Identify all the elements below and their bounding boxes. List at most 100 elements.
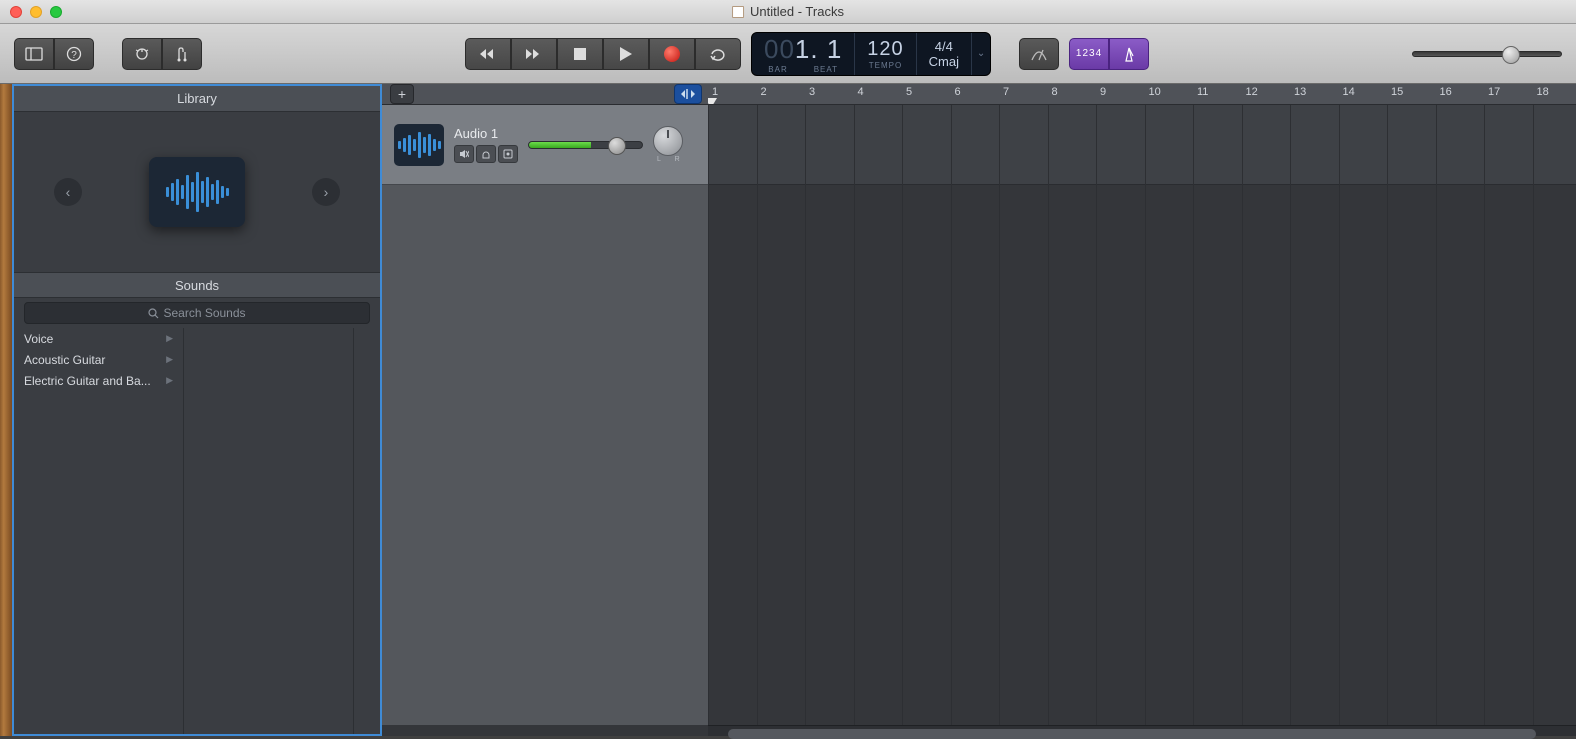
gridline (999, 105, 1000, 725)
ruler-bar-number: 16 (1440, 86, 1452, 98)
arrange-track-lane[interactable] (708, 105, 1576, 185)
add-track-button[interactable]: + (390, 84, 414, 104)
library-prev-button[interactable]: ‹ (54, 178, 82, 206)
gridline (1484, 105, 1485, 725)
search-sounds-input[interactable]: Search Sounds (24, 302, 370, 324)
master-volume-slider[interactable] (1412, 51, 1562, 57)
horizontal-scrollbar-thumb[interactable] (728, 729, 1536, 739)
lcd-key[interactable]: Cmaj (929, 54, 959, 69)
svg-text:?: ? (71, 50, 77, 61)
track-volume-thumb[interactable] (608, 137, 626, 155)
metronome-button[interactable] (1109, 38, 1149, 70)
gridline (902, 105, 903, 725)
document-icon (732, 6, 744, 18)
horizontal-scrollbar[interactable] (708, 725, 1576, 736)
forward-button[interactable] (511, 38, 557, 70)
ruler-bar-number: 6 (955, 86, 961, 98)
waveform-icon (398, 132, 441, 158)
gridline (1242, 105, 1243, 725)
track-name[interactable]: Audio 1 (454, 126, 518, 141)
ruler-bar-number: 11 (1197, 86, 1208, 98)
gridline (1145, 105, 1146, 725)
gridline (1533, 105, 1534, 725)
gridline (1290, 105, 1291, 725)
ruler-bar-number: 12 (1246, 86, 1258, 98)
library-category-item[interactable]: Electric Guitar and Ba...▶ (14, 370, 183, 391)
close-window-button[interactable] (10, 6, 22, 18)
gridline (854, 105, 855, 725)
window-titlebar: Untitled - Tracks (0, 0, 1576, 24)
quick-help-button[interactable]: ? (54, 38, 94, 70)
rewind-button[interactable] (465, 38, 511, 70)
ruler-bar-number: 2 (761, 86, 767, 98)
gridline (951, 105, 952, 725)
search-icon (148, 308, 159, 319)
library-preview: ‹ › (14, 112, 380, 272)
track-header[interactable]: Audio 1 L R (382, 105, 708, 185)
library-category-item[interactable]: Voice▶ (14, 328, 183, 349)
wood-side-panel (0, 84, 12, 736)
cycle-button[interactable] (695, 38, 741, 70)
count-in-button[interactable]: 1234 (1069, 38, 1109, 70)
lcd-bar-dim: 00 (764, 34, 795, 64)
library-toggle-button[interactable] (14, 38, 54, 70)
lcd-tempo-label: TEMPO (869, 61, 902, 70)
ruler-bar-number: 14 (1343, 86, 1355, 98)
lcd-display[interactable]: 001. 1 BAR BEAT 120 TEMPO 4/4 Cmaj ⌄ (751, 32, 991, 76)
ruler-bar-number: 13 (1294, 86, 1306, 98)
tracks-header-bar: + 123456789101112131415161718 (382, 84, 1576, 105)
gridline (805, 105, 806, 725)
editors-button[interactable] (162, 38, 202, 70)
lcd-timesig[interactable]: 4/4 (935, 39, 953, 54)
ruler-bar-number: 3 (809, 86, 815, 98)
gridline (1387, 105, 1388, 725)
master-volume-thumb[interactable] (1502, 46, 1520, 64)
lcd-tempo-value[interactable]: 120 (867, 38, 903, 61)
smart-controls-button[interactable] (122, 38, 162, 70)
solo-button[interactable] (476, 145, 496, 163)
search-placeholder: Search Sounds (163, 306, 245, 320)
tracks-area: + 123456789101112131415161718 (382, 84, 1576, 736)
library-patch-thumbnail[interactable] (149, 157, 245, 227)
gridline (1048, 105, 1049, 725)
record-icon (664, 46, 680, 62)
ruler-bar-number: 1 (712, 86, 718, 98)
track-headers-column: Audio 1 L R (382, 105, 708, 725)
lcd-beat-label: BEAT (814, 65, 838, 74)
library-column-2 (184, 328, 354, 734)
stop-button[interactable] (557, 38, 603, 70)
track-volume-slider[interactable] (528, 141, 643, 149)
record-button[interactable] (649, 38, 695, 70)
pan-knob[interactable] (653, 126, 683, 156)
ruler-bar-number: 10 (1149, 86, 1161, 98)
ruler-bar-number: 4 (858, 86, 864, 98)
library-browser: Voice▶Acoustic Guitar▶Electric Guitar an… (14, 328, 380, 734)
traffic-lights (10, 6, 62, 18)
arrange-area[interactable] (708, 105, 1576, 725)
mute-button[interactable] (454, 145, 474, 163)
playhead[interactable] (708, 98, 717, 104)
input-monitor-button[interactable] (498, 145, 518, 163)
gridline (1436, 105, 1437, 725)
library-column-1: Voice▶Acoustic Guitar▶Electric Guitar an… (14, 328, 184, 734)
waveform-icon (166, 172, 229, 212)
track-headers-empty (382, 185, 708, 725)
window-title: Untitled - Tracks (732, 4, 844, 19)
ruler-bar-number: 18 (1537, 86, 1549, 98)
timeline-ruler[interactable]: 123456789101112131415161718 (708, 84, 1576, 104)
ruler-bar-number: 9 (1100, 86, 1106, 98)
play-button[interactable] (603, 38, 649, 70)
ruler-bar-number: 8 (1052, 86, 1058, 98)
tuner-button[interactable] (1019, 38, 1059, 70)
catch-playhead-button[interactable] (674, 84, 702, 104)
lcd-bar-label: BAR (768, 65, 787, 74)
lcd-dropdown[interactable]: ⌄ (972, 33, 990, 75)
main-toolbar: ? 001. 1 BAR BEAT 120 TEMPO 4/4 Cmaj (0, 24, 1576, 84)
library-next-button[interactable]: › (312, 178, 340, 206)
maximize-window-button[interactable] (50, 6, 62, 18)
library-category-item[interactable]: Acoustic Guitar▶ (14, 349, 183, 370)
lcd-bar-value: 1. 1 (795, 34, 842, 64)
transport-controls (465, 38, 741, 70)
track-type-icon (394, 124, 444, 166)
minimize-window-button[interactable] (30, 6, 42, 18)
